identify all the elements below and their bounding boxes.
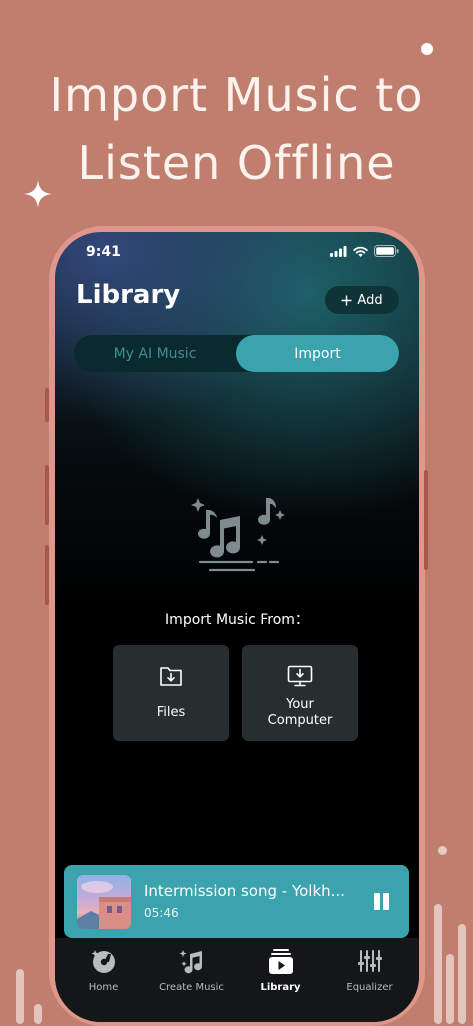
signal-icon (330, 245, 347, 257)
folder-import-icon (160, 667, 182, 686)
files-label: Files (156, 705, 186, 720)
decor-bars-left (10, 964, 50, 1024)
page-title: Library (76, 280, 181, 310)
nav-label-equalizer: Equalizer (346, 982, 393, 993)
add-button-label: Add (357, 292, 383, 308)
import-files-button[interactable]: Files (113, 645, 229, 741)
decor-dot (421, 43, 433, 55)
nav-label-library: Library (260, 982, 301, 993)
nav-item-equalizer[interactable]: Equalizer (324, 948, 415, 993)
headline-line-2: Listen Offline (77, 136, 396, 190)
nav-item-library[interactable]: Library (235, 948, 326, 993)
tab-import[interactable]: Import (236, 335, 399, 372)
library-play-icon (268, 949, 293, 974)
phone-side-button (45, 465, 49, 525)
nav-label-home: Home (88, 982, 119, 993)
nav-item-create-music[interactable]: Create Music (146, 948, 237, 993)
phone-screen: 9:41 Library Add My AI Music Import Impo… (55, 232, 419, 1022)
status-icons (330, 245, 399, 257)
monitor-download-icon (287, 665, 313, 687)
import-computer-button[interactable]: Your Computer (242, 645, 358, 741)
album-art (77, 875, 131, 929)
headline-line-1: Import Music to (49, 68, 424, 122)
decor-bars-right (432, 890, 473, 1024)
sparkle-icon (24, 180, 52, 208)
status-time: 9:41 (86, 244, 121, 260)
segmented-tabs: My AI Music Import (74, 335, 399, 372)
nav-label-create-music: Create Music (159, 982, 224, 993)
nav-item-home[interactable]: Home (58, 948, 149, 993)
tab-my-ai-music[interactable]: My AI Music (74, 335, 236, 372)
battery-icon (374, 245, 399, 257)
music-notes-illustration-icon (191, 498, 285, 572)
pause-icon[interactable] (372, 893, 390, 911)
decor-dot (438, 846, 447, 855)
disc-icon (91, 950, 115, 973)
phone-side-button (45, 545, 49, 605)
equalizer-icon (357, 950, 382, 972)
add-button[interactable]: Add (325, 286, 399, 314)
computer-label-line1: Your (286, 697, 314, 712)
song-title: Intermission song - Yolkh... (144, 882, 345, 900)
song-time: 05:46 (144, 906, 179, 920)
mini-player[interactable]: Intermission song - Yolkh... 05:46 (64, 865, 409, 938)
phone-side-button (424, 470, 428, 570)
bottom-nav: Home Create Music Library Equalizer (55, 938, 419, 1022)
wifi-icon (353, 246, 368, 257)
plus-icon (341, 295, 352, 305)
music-note-sparkle-icon (179, 950, 202, 974)
phone-side-button (45, 388, 49, 422)
import-from-label: Import Music From： (165, 612, 309, 628)
computer-label-line2: Computer (267, 713, 333, 728)
